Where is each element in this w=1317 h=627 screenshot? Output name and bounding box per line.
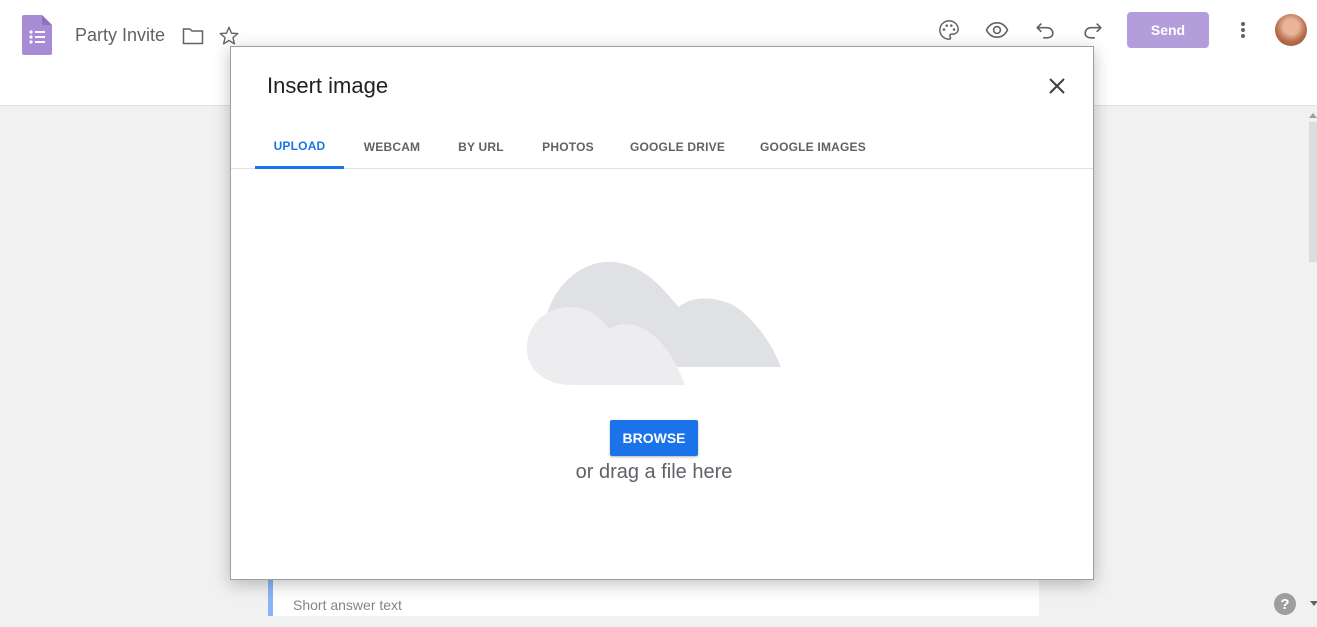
undo-icon[interactable]	[1029, 14, 1061, 46]
short-answer-placeholder: Short answer text	[293, 597, 402, 613]
google-forms-logo-icon[interactable]	[22, 15, 52, 55]
document-title[interactable]: Party Invite	[75, 25, 165, 46]
tab-google-drive[interactable]: GOOGLE DRIVE	[626, 125, 729, 169]
tab-webcam[interactable]: WEBCAM	[355, 125, 429, 169]
scroll-up-arrow-icon[interactable]	[1309, 110, 1317, 120]
send-button[interactable]: Send	[1127, 12, 1209, 48]
more-vert-icon[interactable]	[1227, 14, 1259, 46]
palette-icon[interactable]	[933, 14, 965, 46]
close-icon[interactable]	[1041, 70, 1073, 102]
help-menu-caret-icon[interactable]	[1310, 600, 1317, 608]
help-icon[interactable]: ?	[1274, 593, 1296, 615]
folder-icon[interactable]	[177, 20, 209, 52]
avatar[interactable]	[1275, 14, 1307, 46]
tab-bar: UPLOAD WEBCAM BY URL PHOTOS GOOGLE DRIVE…	[231, 125, 1093, 169]
tab-google-images[interactable]: GOOGLE IMAGES	[755, 125, 871, 169]
scrollbar-thumb[interactable]	[1309, 122, 1317, 262]
tab-by-url[interactable]: BY URL	[451, 125, 511, 169]
browse-button[interactable]: BROWSE	[610, 420, 698, 456]
cloud-upload-illustration-icon	[527, 261, 781, 385]
tab-photos[interactable]: PHOTOS	[534, 125, 602, 169]
insert-image-dialog: Insert image UPLOAD WEBCAM BY URL PHOTOS…	[230, 46, 1094, 580]
tab-upload[interactable]: UPLOAD	[255, 125, 344, 169]
drag-file-hint: or drag a file here	[575, 461, 733, 483]
redo-icon[interactable]	[1077, 14, 1109, 46]
eye-icon[interactable]	[981, 14, 1013, 46]
dialog-title: Insert image	[267, 73, 389, 98]
